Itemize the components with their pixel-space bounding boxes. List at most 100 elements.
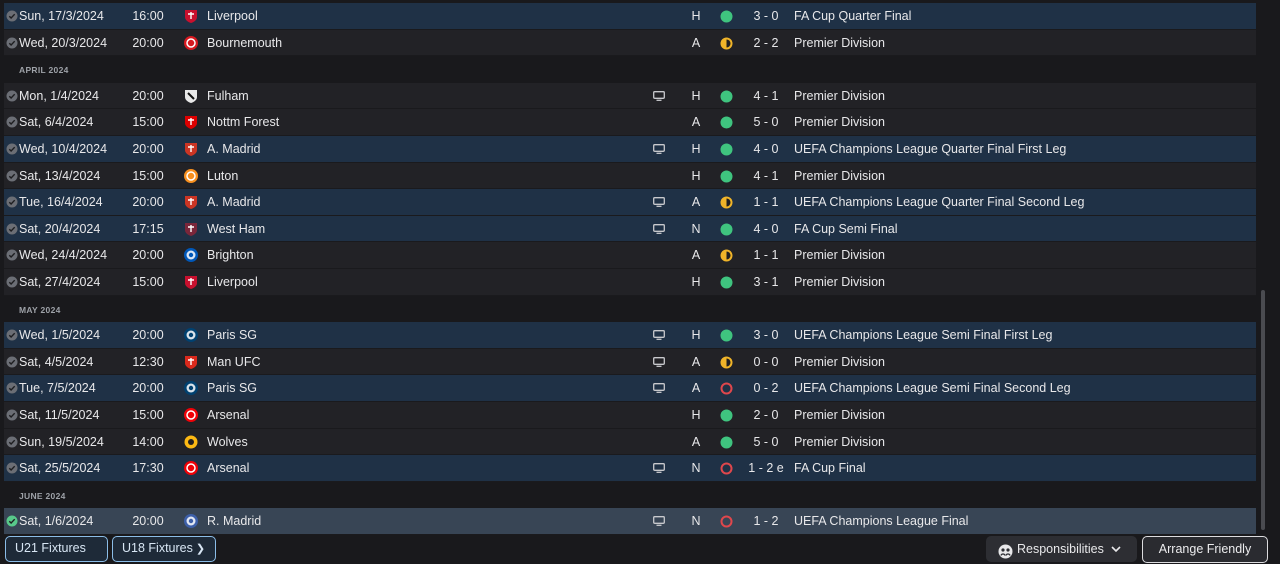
opponent-link[interactable]: Bournemouth [207,30,282,56]
check-icon [6,30,18,56]
fixture-date: Tue, 16/4/2024 [19,195,103,210]
score[interactable]: 0 - 0 [744,349,788,375]
fixture-row[interactable]: Tue, 16/4/2024 20:00 A. Madrid A 1 - 1 UEFA C… [4,189,1256,216]
fixture-date: Wed, 20/3/2024 [19,35,108,50]
arrange-friendly-button[interactable]: Arrange Friendly [1142,536,1268,563]
responsibilities-label: Responsibilities [1017,542,1104,556]
opponent-link[interactable]: Nottm Forest [207,109,279,135]
score[interactable]: 4 - 1 [744,83,788,109]
fixture-row[interactable]: Sat, 27/4/2024 15:00 Liverpool H 3 - 1 Premie… [4,268,1256,296]
score[interactable]: 4 - 1 [744,163,788,189]
opponent-link[interactable]: A. Madrid [207,189,261,215]
score[interactable]: 1 - 2 e [744,455,788,481]
opponent-link[interactable]: Arsenal [207,402,249,428]
competition-link[interactable]: FA Cup Final [794,455,866,481]
opponent-link[interactable]: Paris SG [207,375,257,401]
fixture-row[interactable]: Wed, 20/3/2024 20:00 Bournemouth A 2 - 2 Prem… [4,29,1256,57]
result-loss-icon [720,455,734,481]
opponent-link[interactable]: Liverpool [207,3,258,29]
opponent-link[interactable]: Wolves [207,429,248,455]
competition-link[interactable]: UEFA Champions League Final [794,508,968,534]
score[interactable]: 0 - 2 [744,375,788,401]
score[interactable]: 1 - 2 [744,508,788,534]
psg-crest-icon [183,322,199,348]
competition-link[interactable]: Premier Division [794,242,885,268]
u18-fixtures-button[interactable]: U18 Fixtures ❯ [112,536,216,562]
u21-fixtures-button[interactable]: U21 Fixtures❯ [5,536,108,562]
fixture-time: 15:00 [132,115,164,130]
fixture-time: 15:00 [132,274,164,289]
tv-icon [653,136,667,162]
competition-link[interactable]: FA Cup Semi Final [794,216,898,242]
opponent-link[interactable]: West Ham [207,216,265,242]
fixture-row[interactable]: Sat, 11/5/2024 15:00 Arsenal H 2 - 0 Premier … [4,401,1256,429]
opponent-link[interactable]: Paris SG [207,322,257,348]
score[interactable]: 1 - 1 [744,242,788,268]
month-header: APRIL 2024 [4,56,1256,83]
opponent-link[interactable]: Brighton [207,242,254,268]
check-icon [6,3,18,29]
competition-link[interactable]: Premier Division [794,269,885,295]
competition-link[interactable]: UEFA Champions League Quarter Final Seco… [794,189,1084,215]
competition-link[interactable]: Premier Division [794,429,885,455]
competition-link[interactable]: Premier Division [794,109,885,135]
fixture-row[interactable]: Wed, 24/4/2024 20:00 Brighton A 1 - 1 Premier… [4,242,1256,269]
fixture-row[interactable]: Sat, 25/5/2024 17:30 Arsenal N 1 - 2 e FA Cup… [4,455,1256,482]
competition-link[interactable]: UEFA Champions League Semi Final First L… [794,322,1052,348]
score[interactable]: 4 - 0 [744,216,788,242]
score[interactable]: 5 - 0 [744,429,788,455]
venue: N [691,461,701,476]
competition-link[interactable]: UEFA Champions League Semi Final Second … [794,375,1071,401]
opponent-link[interactable]: Arsenal [207,455,249,481]
score[interactable]: 1 - 1 [744,189,788,215]
venue: A [691,354,701,369]
check-icon [6,455,18,481]
score[interactable]: 5 - 0 [744,109,788,135]
fixtures-list: Sun, 17/3/2024 16:00 Liverpool H 3 - 0 FA Cup… [0,3,1256,535]
result-win-icon [720,322,734,348]
fixture-date: Sat, 13/4/2024 [19,168,101,183]
score[interactable]: 4 - 0 [744,136,788,162]
venue: A [691,434,701,449]
fixture-row[interactable]: Wed, 10/4/2024 20:00 A. Madrid H 4 - 0 UEFA C… [4,135,1256,163]
check-icon [6,429,18,455]
competition-link[interactable]: UEFA Champions League Quarter Final Firs… [794,136,1066,162]
score[interactable]: 2 - 2 [744,30,788,56]
fixture-row[interactable]: Tue, 7/5/2024 20:00 Paris SG A 0 - 2 UEFA Cha… [4,375,1256,402]
opponent-link[interactable]: Liverpool [207,269,258,295]
result-win-icon [720,163,734,189]
score[interactable]: 2 - 0 [744,402,788,428]
competition-link[interactable]: Premier Division [794,30,885,56]
tv-icon [653,83,667,109]
fixture-date: Sat, 11/5/2024 [19,407,100,422]
opponent-link[interactable]: A. Madrid [207,136,261,162]
fixture-row[interactable]: Sat, 13/4/2024 15:00 Luton H 4 - 1 Premier Di… [4,162,1256,190]
venue: A [691,381,701,396]
score[interactable]: 3 - 0 [744,322,788,348]
fixture-row[interactable]: Sat, 20/4/2024 17:15 West Ham N 4 - 0 FA Cup … [4,215,1256,243]
opponent-link[interactable]: Man UFC [207,349,260,375]
competition-link[interactable]: FA Cup Quarter Final [794,3,911,29]
fixture-row[interactable]: Wed, 1/5/2024 20:00 Paris SG H 3 - 0 UEFA Cha… [4,322,1256,349]
fixture-row[interactable]: Sun, 17/3/2024 16:00 Liverpool H 3 - 0 FA Cup… [4,3,1256,30]
fixture-row[interactable]: Sat, 4/5/2024 12:30 Man UFC A 0 - 0 Premier D… [4,348,1256,376]
scrollbar[interactable] [1261,290,1265,530]
result-draw-icon [720,242,734,268]
opponent-link[interactable]: R. Madrid [207,508,261,534]
result-win-icon [720,136,734,162]
opponent-link[interactable]: Luton [207,163,238,189]
check-icon [6,349,18,375]
competition-link[interactable]: Premier Division [794,163,885,189]
fixture-row[interactable]: Mon, 1/4/2024 20:00 Fulham H 4 - 1 Premier Di… [4,82,1256,110]
fixture-time: 15:00 [132,168,164,183]
fixture-row[interactable]: Sat, 6/4/2024 15:00 Nottm Forest A 5 - 0 Prem… [4,109,1256,136]
score[interactable]: 3 - 0 [744,3,788,29]
responsibilities-dropdown[interactable]: Responsibilities [986,536,1137,562]
score[interactable]: 3 - 1 [744,269,788,295]
competition-link[interactable]: Premier Division [794,402,885,428]
fixture-row[interactable]: Sun, 19/5/2024 14:00 Wolves A 5 - 0 Premier D… [4,428,1256,456]
competition-link[interactable]: Premier Division [794,83,885,109]
competition-link[interactable]: Premier Division [794,349,885,375]
fixture-row[interactable]: Sat, 1/6/2024 20:00 R. Madrid N 1 - 2 UEFA Ch… [4,508,1256,535]
opponent-link[interactable]: Fulham [207,83,249,109]
